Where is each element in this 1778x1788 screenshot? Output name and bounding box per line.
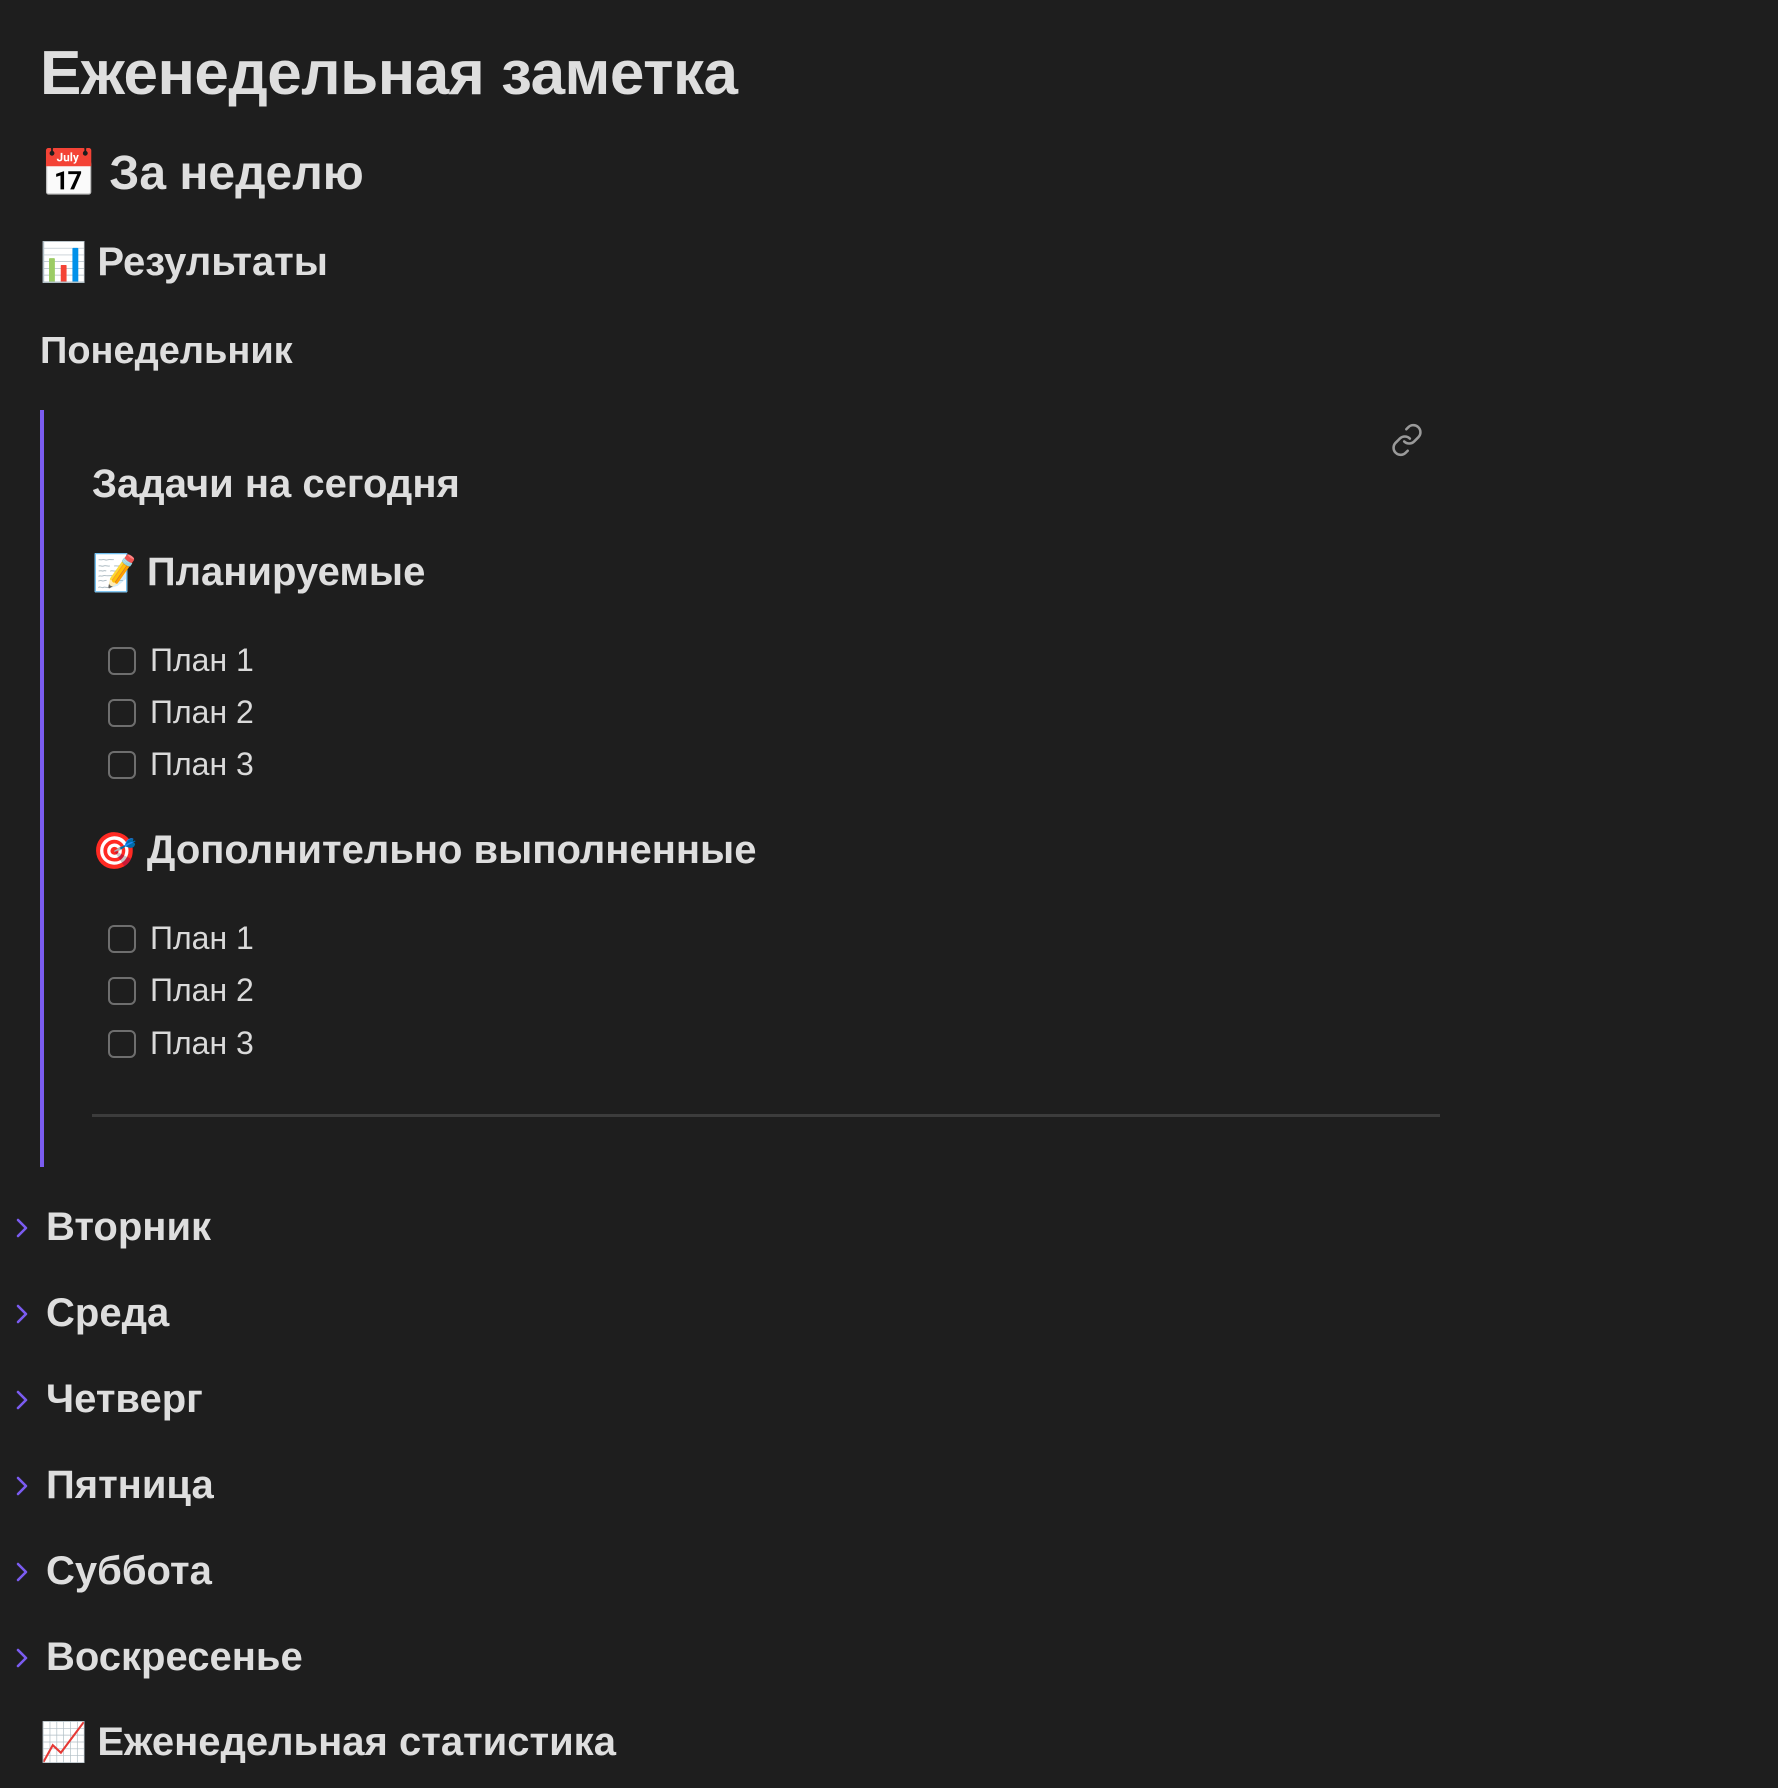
task-label: План 2 [150,694,254,730]
heading-friday[interactable]: Пятница [16,1463,214,1508]
task-label: План 1 [150,920,254,956]
task-checkbox[interactable] [108,924,136,953]
day-label: Суббота [46,1549,212,1593]
heading-thursday[interactable]: Четверг [16,1377,203,1422]
task-item: План 2 [108,694,254,731]
task-checkbox[interactable] [108,1029,136,1058]
link-icon[interactable] [1390,423,1424,457]
chevron-right-icon[interactable] [12,1216,32,1240]
task-checkbox[interactable] [108,750,136,779]
heading-wednesday[interactable]: Среда [16,1291,170,1336]
page-title: Еженедельная заметка [40,39,738,108]
heading-results-label: Результаты [97,240,328,284]
heading-tuesday[interactable]: Вторник [16,1205,212,1250]
heading-weekly-stats: 📈 Еженедельная статистика [40,1720,616,1765]
day-label: Среда [46,1291,170,1335]
task-item: План 3 [108,746,254,783]
chevron-right-icon[interactable] [12,1302,32,1326]
task-item: План 1 [108,920,254,957]
task-label: План 3 [150,1025,254,1061]
heading-week: 📅 За неделю [40,146,364,201]
heading-sunday[interactable]: Воскресенье [16,1635,303,1680]
target-icon: 🎯 [92,830,137,872]
heading-planned: 📝 Планируемые [92,550,425,595]
day-label: Четверг [46,1377,203,1421]
day-label: Пятница [46,1463,214,1507]
heading-saturday[interactable]: Суббота [16,1549,212,1594]
horizontal-divider [92,1114,1440,1117]
day-label: Вторник [46,1205,212,1249]
task-checkbox[interactable] [108,976,136,1005]
calendar-icon: 📅 [40,146,98,200]
task-checkbox[interactable] [108,646,136,675]
heading-weekly-stats-label: Еженедельная статистика [97,1720,616,1764]
chevron-right-icon[interactable] [12,1388,32,1412]
task-item: План 2 [108,972,254,1009]
heading-planned-label: Планируемые [146,550,426,594]
chevron-right-icon[interactable] [12,1474,32,1498]
task-label: План 2 [150,972,254,1008]
task-checkbox[interactable] [108,698,136,727]
heading-extra: 🎯 Дополнительно выполненные [92,828,756,873]
day-label: Воскресенье [46,1635,303,1679]
bar-chart-icon: 📊 [40,240,88,284]
memo-icon: 📝 [92,552,137,594]
chevron-right-icon[interactable] [12,1646,32,1670]
note-page: Еженедельная заметка 📅 За неделю 📊 Резул… [0,0,1778,1788]
heading-monday: Понедельник [40,330,293,372]
embed-title: Задачи на сегодня [92,462,460,506]
chevron-right-icon[interactable] [12,1560,32,1584]
task-item: План 3 [108,1025,254,1062]
heading-extra-label: Дополнительно выполненные [146,828,757,872]
heading-results: 📊 Результаты [40,240,328,285]
task-label: План 3 [150,746,254,782]
chart-increasing-icon: 📈 [40,1720,88,1764]
task-label: План 1 [150,642,254,678]
heading-week-label: За неделю [109,147,364,200]
task-item: План 1 [108,642,254,679]
